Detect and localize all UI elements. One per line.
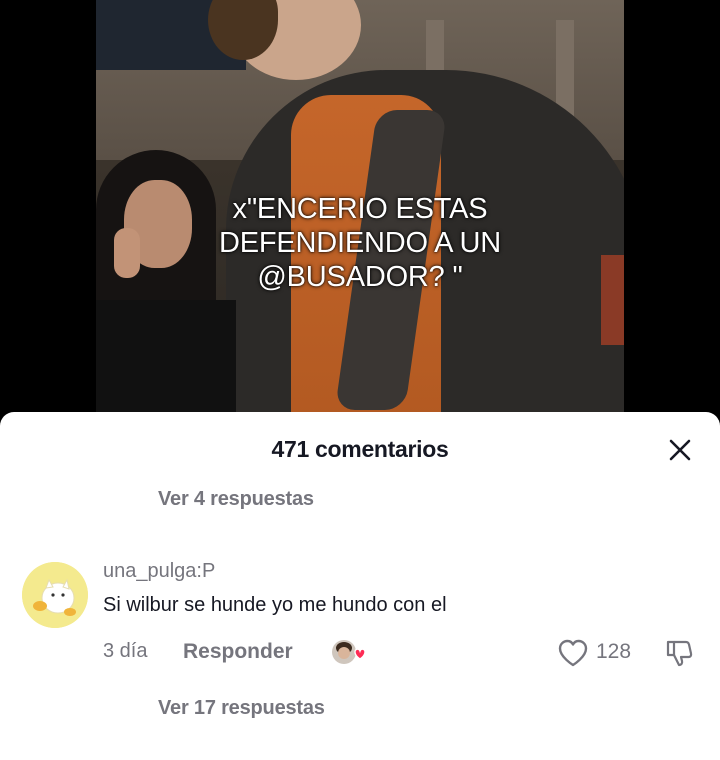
thumbs-down-icon[interactable] <box>664 638 694 668</box>
heart-icon[interactable] <box>557 638 589 668</box>
comments-count-title: 471 comentarios <box>271 436 449 462</box>
reply-button[interactable]: Responder <box>183 640 293 664</box>
close-icon[interactable] <box>664 434 696 466</box>
comments-sheet: 471 comentarios Ver 4 respuestas una_pul… <box>0 412 720 760</box>
comment-actions: 3 día Responder 128 <box>103 638 703 668</box>
view-replies-button[interactable]: Ver 4 respuestas <box>158 488 314 511</box>
view-replies-button[interactable]: Ver 17 respuestas <box>158 697 325 720</box>
comment-text: Si wilbur se hunde yo me hundo con el <box>103 594 447 616</box>
video-caption: x"ENCERIO ESTAS DEFENDIENDO A UN @BUSADO… <box>218 193 501 293</box>
avatar[interactable] <box>22 562 88 628</box>
video-girl-body <box>96 300 236 412</box>
like-count: 128 <box>596 640 632 663</box>
comment-username[interactable]: una_pulga:P <box>103 560 215 583</box>
creator-liked-icon <box>331 638 366 668</box>
comment-timestamp: 3 día <box>103 640 148 662</box>
